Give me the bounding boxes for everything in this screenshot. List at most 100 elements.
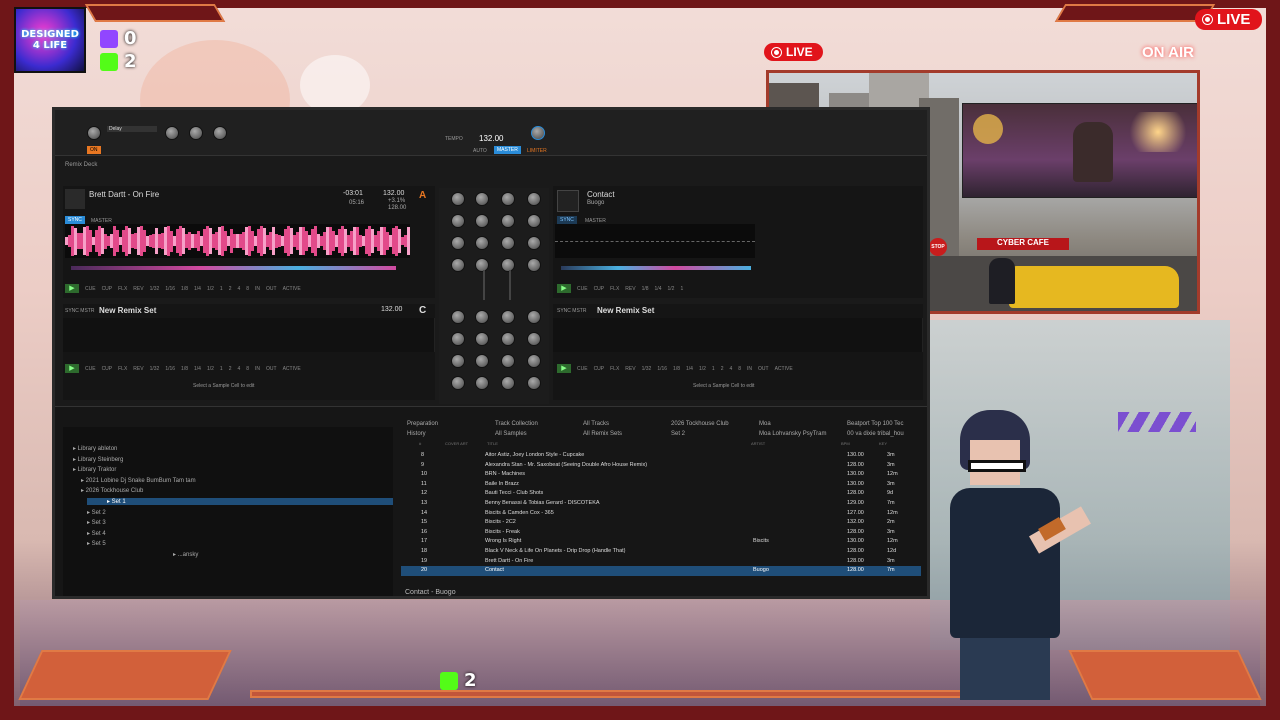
mixer-knob[interactable]: [501, 376, 515, 390]
tree-item[interactable]: ▸ Set 5: [87, 540, 106, 547]
transport-button[interactable]: 1/2: [699, 366, 706, 372]
mixer-knob[interactable]: [501, 332, 515, 346]
favorite-item[interactable]: Beatport Top 100 Tec: [847, 421, 904, 427]
mixer-knob[interactable]: [475, 310, 489, 324]
mixer-knob[interactable]: [451, 192, 465, 206]
column-header[interactable]: COVER ART: [445, 441, 468, 446]
transport-button[interactable]: IN: [255, 366, 260, 372]
mixer-knob[interactable]: [451, 310, 465, 324]
mixer-knob[interactable]: [527, 310, 541, 324]
channel-fader[interactable]: [509, 270, 511, 300]
transport-button[interactable]: 1/4: [194, 366, 201, 372]
transport-button[interactable]: 1/4: [686, 366, 693, 372]
tree-item[interactable]: ▸ Set 3: [87, 519, 106, 526]
transport-button[interactable]: 1/2: [667, 286, 674, 292]
tree-item[interactable]: ▸ Library Steinberg: [73, 456, 123, 463]
tree-item[interactable]: ▸ 2026 Tockhouse Club: [81, 487, 143, 494]
favorite-item[interactable]: 00 va dixie tribal_hou: [847, 431, 904, 437]
transport-button[interactable]: CUP: [102, 366, 113, 372]
mixer-knob[interactable]: [475, 214, 489, 228]
tree-item[interactable]: ▸ Set 4: [87, 530, 106, 537]
track-row[interactable]: 11 Baile In Brazz 130.00 3m: [401, 480, 921, 490]
transport-button[interactable]: 1/2: [207, 286, 214, 292]
deck-d-slots[interactable]: [553, 318, 923, 352]
transport-button[interactable]: 1: [712, 366, 715, 372]
column-header[interactable]: BPM: [841, 441, 850, 446]
transport-button[interactable]: 1/4: [655, 286, 662, 292]
transport-button[interactable]: ACTIVE: [283, 366, 301, 372]
transport-button[interactable]: FLX: [610, 286, 619, 292]
transport-button[interactable]: 1/32: [642, 366, 652, 372]
tree-item[interactable]: ▸ Library ableton: [73, 445, 117, 452]
mixer-knob[interactable]: [451, 258, 465, 272]
transport-button[interactable]: CUE: [577, 286, 588, 292]
transport-button[interactable]: 1: [220, 366, 223, 372]
favorite-item[interactable]: All Samples: [495, 431, 527, 437]
transport-button[interactable]: REV: [625, 286, 635, 292]
column-header[interactable]: ARTIST: [751, 441, 765, 446]
fx-knob[interactable]: [87, 126, 101, 140]
mixer-knob[interactable]: [451, 376, 465, 390]
transport-button[interactable]: 8: [738, 366, 741, 372]
mixer-knob[interactable]: [475, 332, 489, 346]
transport-button[interactable]: 1/8: [181, 286, 188, 292]
mixer-knob[interactable]: [501, 192, 515, 206]
mixer-knob[interactable]: [451, 236, 465, 250]
deck-a-letter[interactable]: A: [419, 190, 426, 201]
favorite-item[interactable]: Moa Lohvansky PsyTram: [759, 431, 826, 437]
track-row[interactable]: 10 BRN - Machines 130.00 12m: [401, 470, 921, 480]
mixer-knob[interactable]: [527, 236, 541, 250]
transport-button[interactable]: 1/16: [657, 366, 667, 372]
favorite-item[interactable]: Preparation: [407, 421, 438, 427]
transport-button[interactable]: 4: [237, 366, 240, 372]
track-row[interactable]: 9 Alexandra Stan - Mr. Saxobeat (Seeing D…: [401, 461, 921, 471]
deck-b-overview[interactable]: [561, 266, 751, 270]
mixer-knob[interactable]: [501, 310, 515, 324]
track-row[interactable]: 19 Brett Dartt - On Fire 128.00 3m: [401, 557, 921, 567]
transport-button[interactable]: 1/8: [642, 286, 649, 292]
transport-button[interactable]: IN: [255, 286, 260, 292]
favorite-item[interactable]: Set 2: [671, 431, 685, 437]
transport-button[interactable]: 1/2: [207, 366, 214, 372]
transport-button[interactable]: 1/4: [194, 286, 201, 292]
deck-a-overview[interactable]: [71, 266, 396, 270]
transport-button[interactable]: OUT: [266, 286, 277, 292]
master-limiter-button[interactable]: LIMITER: [527, 148, 547, 154]
track-row[interactable]: 14 Biscits & Camden Cox - 365 127.00 12m: [401, 509, 921, 519]
transport-button[interactable]: REV: [133, 286, 143, 292]
transport-button[interactable]: OUT: [266, 366, 277, 372]
track-row[interactable]: 12 Bauti Tecci - Club Shots 128.00 9d: [401, 489, 921, 499]
master-auto-button[interactable]: AUTO: [473, 148, 487, 154]
favorite-item[interactable]: All Tracks: [583, 421, 609, 427]
transport-button[interactable]: ACTIVE: [775, 366, 793, 372]
transport-button[interactable]: 2: [229, 366, 232, 372]
transport-button[interactable]: REV: [133, 366, 143, 372]
transport-button[interactable]: CUE: [577, 366, 588, 372]
track-row[interactable]: 16 Biscits - Freak 128.00 3m: [401, 528, 921, 538]
track-row[interactable]: 8 Aitor Astiz, Joey London Style - Cupcak…: [401, 451, 921, 461]
transport-button[interactable]: ACTIVE: [283, 286, 301, 292]
transport-button[interactable]: CUP: [594, 286, 605, 292]
track-row[interactable]: 17 Wrong Is Right Biscits 130.00 12m: [401, 537, 921, 547]
transport-button[interactable]: IN: [747, 366, 752, 372]
transport-button[interactable]: FLX: [610, 366, 619, 372]
mixer-knob[interactable]: [527, 214, 541, 228]
fx-knob[interactable]: [213, 126, 227, 140]
transport-button[interactable]: 1/16: [165, 286, 175, 292]
transport-button[interactable]: 1/8: [673, 366, 680, 372]
transport-button[interactable]: CUP: [102, 286, 113, 292]
mixer-knob[interactable]: [475, 236, 489, 250]
mixer-knob[interactable]: [501, 354, 515, 368]
channel-fader[interactable]: [483, 270, 485, 300]
favorite-item[interactable]: Moa: [759, 421, 771, 427]
transport-button[interactable]: 1/8: [181, 366, 188, 372]
transport-button[interactable]: 8: [246, 286, 249, 292]
transport-button[interactable]: 1/16: [165, 366, 175, 372]
transport-button[interactable]: 4: [729, 366, 732, 372]
fx-on-button[interactable]: ON: [87, 146, 101, 154]
tree-item[interactable]: ▸ 2021 Lobine Dj Snake BumBum Tam tam: [81, 477, 196, 484]
master-volume-knob[interactable]: [531, 126, 545, 140]
deck-a-sync-button[interactable]: SYNC: [65, 216, 85, 224]
transport-button[interactable]: FLX: [118, 366, 127, 372]
favorite-item[interactable]: History: [407, 431, 426, 437]
